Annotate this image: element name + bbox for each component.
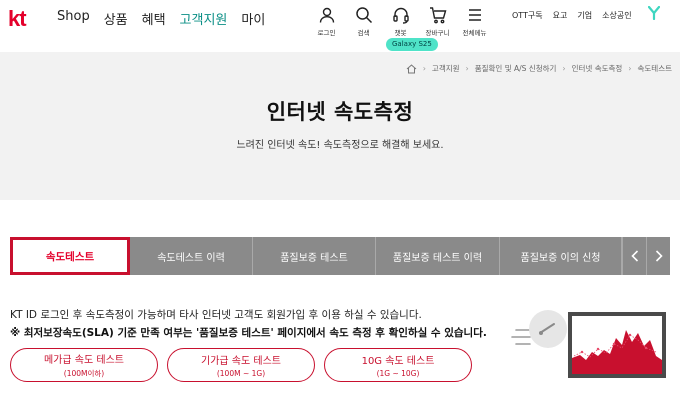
utility-menu: 로그인 검색 챗봇 장바구니 전체메뉴 <box>308 4 493 37</box>
speed-test-label: 10G 속도 테스트 <box>361 356 435 367</box>
sla-notice: ※ 최저보장속도(SLA) 기준 만족 여부는 '품질보증 테스트' 페이지에서… <box>10 327 487 339</box>
breadcrumb: › 고객지원 › 품질확인 및 A/S 신청하기 › 인터넷 속도측정 › 속도… <box>406 63 672 74</box>
search-label: 검색 <box>357 29 370 37</box>
home-icon[interactable] <box>406 63 417 74</box>
tab-speed-test[interactable]: 속도테스트 <box>10 237 130 275</box>
breadcrumb-separator: › <box>562 64 566 73</box>
cart-label: 장바구니 <box>425 29 450 37</box>
menu-icon <box>468 9 481 21</box>
login-notice: KT ID 로그인 후 속도측정이 가능하며 타사 인터넷 고객도 회원가입 후… <box>10 309 422 321</box>
page-title: 인터넷 속도측정 <box>266 100 414 124</box>
link-yogo[interactable]: 요고 <box>553 10 568 21</box>
nav-item-shop[interactable]: Shop <box>57 9 90 28</box>
breadcrumb-item[interactable]: 고객지원 <box>432 63 460 74</box>
speed-test-buttons: 메가급 속도 테스트 (100M이하) 기가급 속도 테스트 (100M ~ 1… <box>10 348 472 382</box>
search-icon <box>355 7 372 24</box>
cart-icon <box>429 7 446 24</box>
login-button[interactable]: 로그인 <box>308 4 345 37</box>
breadcrumb-item-current: 속도테스트 <box>637 64 673 73</box>
giga-speed-test-button[interactable]: 기가급 속도 테스트 (100M ~ 1G) <box>167 348 315 382</box>
nav-item-products[interactable]: 상품 <box>104 9 128 28</box>
motion-lines-icon <box>511 329 531 345</box>
tab-prev-button[interactable] <box>622 237 646 275</box>
hero-section: › 고객지원 › 품질확인 및 A/S 신청하기 › 인터넷 속도측정 › 속도… <box>0 52 680 200</box>
headset-icon <box>392 7 409 24</box>
nav-item-support[interactable]: 고객지원 <box>180 9 228 28</box>
chevron-left-icon <box>630 250 638 262</box>
link-small-business[interactable]: 소상공인 <box>602 10 631 21</box>
brand-y-icon[interactable] <box>648 6 660 20</box>
page-subtitle: 느려진 인터넷 속도! 속도측정으로 해결해 보세요. <box>236 140 444 151</box>
main-nav: Shop 상품 혜택 고객지원 마이 <box>57 9 279 28</box>
nav-item-my[interactable]: 마이 <box>241 9 265 28</box>
cart-button[interactable]: 장바구니 <box>419 4 456 37</box>
tab-quality-appeal[interactable]: 품질보증 이의 신청 <box>500 237 622 275</box>
person-icon <box>319 7 334 23</box>
speed-tabs: 속도테스트 속도테스트 이력 품질보증 테스트 품질보증 테스트 이력 품질보증… <box>10 237 670 275</box>
all-menu-button[interactable]: 전체메뉴 <box>456 4 493 37</box>
monitor-graph-icon <box>568 312 666 378</box>
breadcrumb-item[interactable]: 인터넷 속도측정 <box>572 63 623 74</box>
speed-test-label: 기가급 속도 테스트 <box>201 356 281 367</box>
chatbot-label: 챗봇 <box>394 29 407 37</box>
galaxy-promo-badge[interactable]: Galaxy S25 <box>386 38 438 51</box>
link-ott[interactable]: OTT구독 <box>512 10 543 21</box>
login-label: 로그인 <box>317 29 336 37</box>
speed-meter-illustration <box>511 310 666 378</box>
tab-next-button[interactable] <box>646 237 670 275</box>
global-header: kt Shop 상품 혜택 고객지원 마이 로그인 검색 챗봇 장바구니 전체메… <box>0 0 680 52</box>
breadcrumb-item[interactable]: 품질확인 및 A/S 신청하기 <box>475 63 557 74</box>
tab-quality-test[interactable]: 품질보증 테스트 <box>253 237 376 275</box>
breadcrumb-separator: › <box>422 64 426 73</box>
breadcrumb-separator: › <box>628 64 632 73</box>
chevron-right-icon <box>655 250 663 262</box>
speed-test-range: (1G ~ 10G) <box>376 369 420 378</box>
gauge-icon <box>529 310 567 348</box>
breadcrumb-separator: › <box>465 64 469 73</box>
speed-test-range: (100M ~ 1G) <box>216 369 266 378</box>
speed-test-label: 메가급 속도 테스트 <box>44 355 124 366</box>
all-menu-label: 전체메뉴 <box>462 29 487 37</box>
mega-speed-test-button[interactable]: 메가급 속도 테스트 (100M이하) <box>10 348 158 382</box>
tab-speed-history[interactable]: 속도테스트 이력 <box>130 237 253 275</box>
search-button[interactable]: 검색 <box>345 4 382 37</box>
nav-item-benefits[interactable]: 혜택 <box>142 9 166 28</box>
tab-quality-history[interactable]: 품질보증 테스트 이력 <box>376 237 500 275</box>
link-enterprise[interactable]: 기업 <box>577 10 592 21</box>
chatbot-button[interactable]: 챗봇 <box>382 4 419 37</box>
kt-logo[interactable]: kt <box>8 6 27 32</box>
speed-test-range: (100M이하) <box>63 369 105 378</box>
10g-speed-test-button[interactable]: 10G 속도 테스트 (1G ~ 10G) <box>324 348 472 382</box>
side-links: OTT구독 요고 기업 소상공인 <box>512 10 642 21</box>
